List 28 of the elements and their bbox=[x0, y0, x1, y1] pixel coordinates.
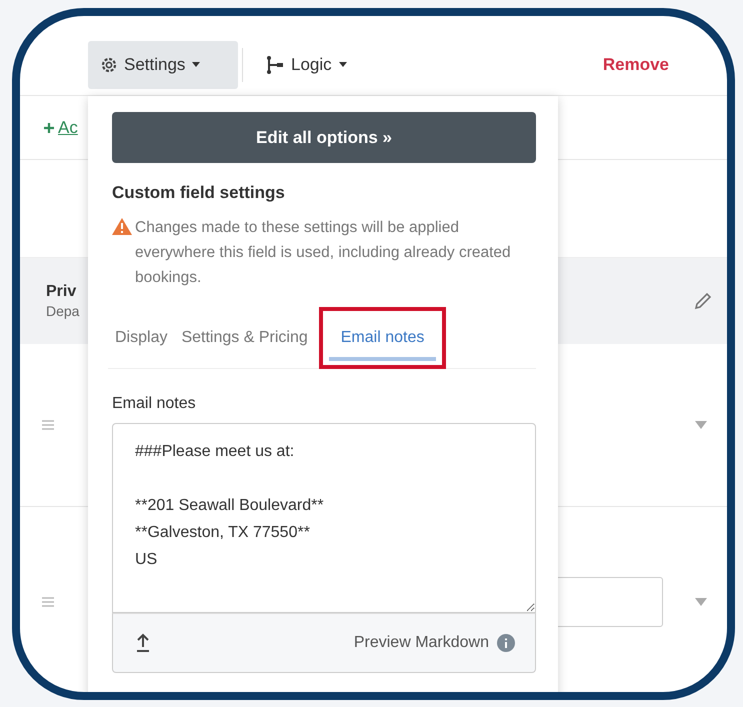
caret-icon bbox=[191, 61, 202, 68]
warning-icon bbox=[112, 218, 132, 235]
preview-markdown-link[interactable]: Preview Markdown bbox=[354, 634, 489, 652]
field-label: Email notes bbox=[112, 395, 197, 413]
caret-icon bbox=[338, 61, 348, 68]
plus-icon bbox=[44, 122, 54, 132]
remove-link[interactable]: Remove bbox=[602, 54, 669, 74]
section-subtitle: Depa bbox=[46, 303, 80, 319]
settings-button[interactable]: Settings bbox=[88, 40, 238, 88]
tab[interactable]: Settings & Pricing bbox=[174, 315, 315, 361]
add-link[interactable]: Ac bbox=[58, 118, 78, 138]
tab[interactable]: Display bbox=[108, 315, 174, 361]
tab[interactable]: Email notes bbox=[328, 315, 436, 361]
panel-heading: Custom field settings bbox=[112, 183, 286, 203]
branch-icon bbox=[265, 54, 285, 74]
logic-button[interactable]: Logic bbox=[253, 40, 360, 88]
drag-handle-icon bbox=[42, 420, 54, 430]
drag-handle-icon bbox=[42, 596, 54, 606]
edit-all-options-button[interactable]: Edit all options » bbox=[112, 112, 536, 163]
warning-text: Changes made to these settings will be applied everywhere this field is used, including already created bookings. bbox=[135, 218, 512, 288]
caret-icon bbox=[695, 598, 707, 606]
gear-icon bbox=[100, 56, 118, 74]
pencil-icon bbox=[693, 291, 713, 311]
upload-icon bbox=[135, 633, 151, 653]
info-icon bbox=[497, 634, 515, 652]
caret-icon bbox=[695, 421, 707, 429]
email-notes-field[interactable]: ###Please meet us at: **201 Seawall Boulevard** **Galveston, TX 77550** US bbox=[112, 423, 536, 613]
section-title: Priv bbox=[46, 283, 78, 301]
